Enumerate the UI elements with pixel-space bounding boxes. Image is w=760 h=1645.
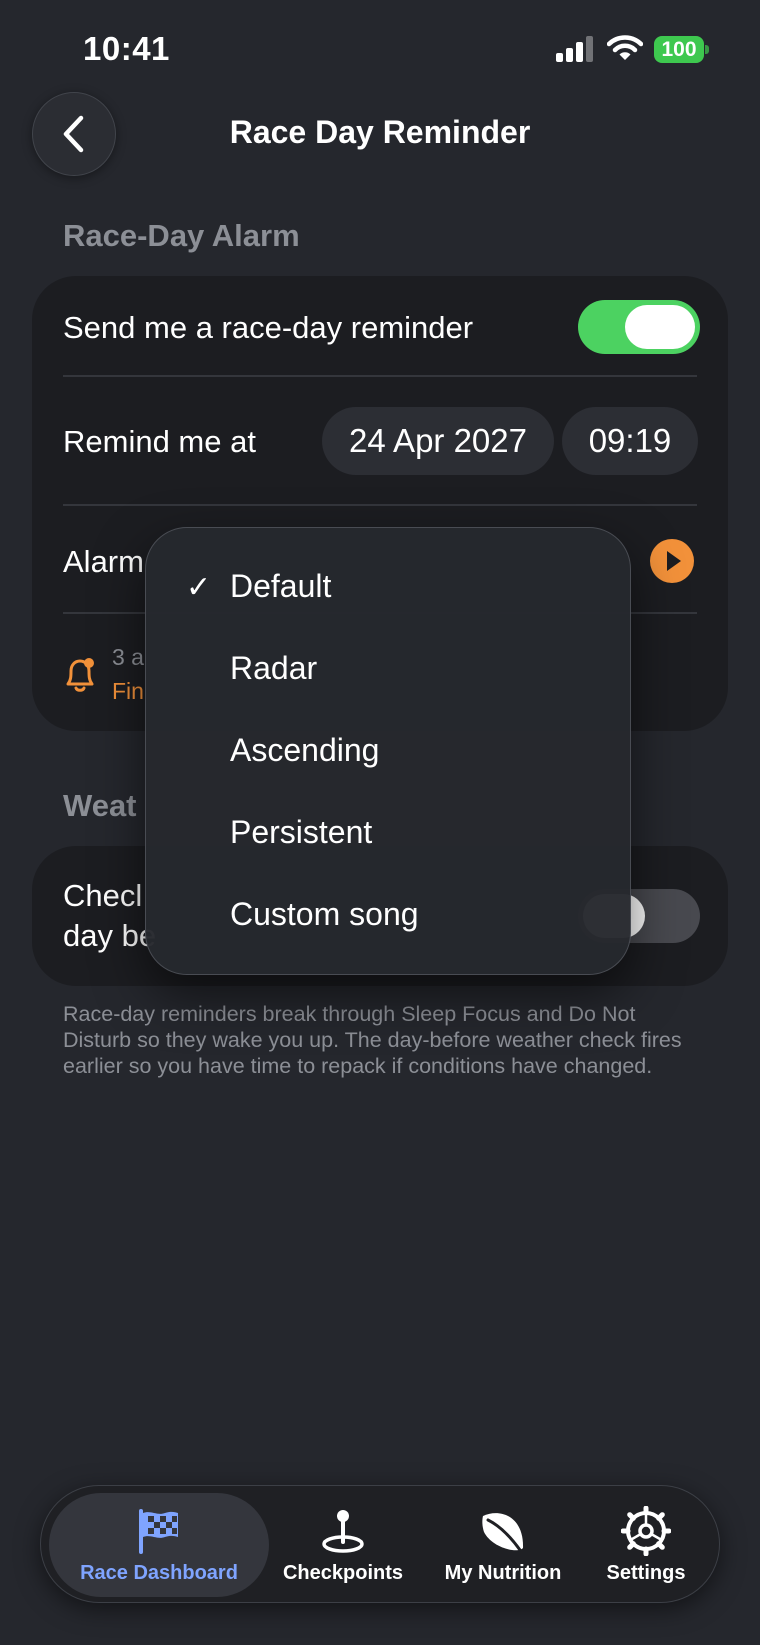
menu-item-default[interactable]: ✓ Default bbox=[146, 548, 630, 630]
tab-my-nutrition[interactable]: My Nutrition bbox=[423, 1486, 583, 1604]
menu-item-persistent[interactable]: Persistent bbox=[146, 794, 630, 876]
tab-label: Settings bbox=[606, 1562, 686, 1584]
play-preview-icon[interactable] bbox=[650, 539, 694, 583]
tab-label: Checkpoints bbox=[282, 1562, 404, 1584]
divider bbox=[63, 375, 697, 377]
reminder-label: Send me a race-day reminder bbox=[63, 310, 474, 345]
map-pin-icon bbox=[318, 1506, 368, 1556]
weather-check-label-line1: Checl bbox=[63, 878, 143, 913]
menu-item-label: Ascending bbox=[230, 732, 380, 768]
footnote-text: Race-day reminders break through Sleep F… bbox=[63, 1002, 682, 1078]
wifi-icon bbox=[606, 34, 644, 62]
divider bbox=[63, 504, 697, 506]
alarm-info-text: 3 a bbox=[112, 644, 144, 670]
alarm-sound-menu: ✓ Default Radar Ascending Persistent Cus… bbox=[145, 527, 631, 975]
checkmark-icon: ✓ bbox=[186, 571, 212, 604]
menu-item-ascending[interactable]: Ascending bbox=[146, 712, 630, 794]
cellular-signal-icon bbox=[556, 36, 594, 62]
tab-settings[interactable]: Settings bbox=[581, 1486, 711, 1604]
alarm-info-subtext: Fin bbox=[112, 678, 144, 704]
time-picker-button[interactable]: 09:19 bbox=[562, 407, 698, 475]
tab-label: My Nutrition bbox=[444, 1562, 562, 1584]
tab-bar: Race Dashboard Checkpoints My Nutrition bbox=[40, 1485, 720, 1603]
alarm-sound-label: Alarm bbox=[63, 544, 144, 579]
status-time: 10:41 bbox=[83, 30, 170, 67]
weather-check-label-line2: day be bbox=[63, 918, 157, 953]
reminder-toggle[interactable] bbox=[578, 300, 700, 354]
tab-checkpoints[interactable]: Checkpoints bbox=[263, 1486, 423, 1604]
menu-item-radar[interactable]: Radar bbox=[146, 630, 630, 712]
menu-item-label: Default bbox=[230, 568, 332, 604]
battery-level: 100 bbox=[654, 36, 704, 63]
menu-item-label: Radar bbox=[230, 650, 318, 686]
date-picker-button[interactable]: 24 Apr 2027 bbox=[322, 407, 554, 475]
menu-item-custom-song[interactable]: Custom song bbox=[146, 876, 630, 958]
tab-race-dashboard[interactable]: Race Dashboard bbox=[49, 1486, 269, 1604]
leaf-icon bbox=[478, 1506, 528, 1556]
battery-icon: 100 bbox=[654, 36, 709, 63]
menu-item-label: Persistent bbox=[230, 814, 373, 850]
tab-label: Race Dashboard bbox=[80, 1562, 238, 1584]
checkered-flag-icon bbox=[134, 1506, 184, 1556]
section-title-race-day-alarm: Race-Day Alarm bbox=[63, 218, 300, 253]
page-title: Race Day Reminder bbox=[229, 114, 531, 150]
remind-at-label: Remind me at bbox=[63, 424, 256, 459]
status-bar: 10:41 100 bbox=[0, 0, 760, 100]
gear-icon bbox=[620, 1505, 672, 1557]
menu-item-label: Custom song bbox=[230, 896, 419, 932]
bell-icon bbox=[62, 654, 98, 694]
section-title-weather: Weat bbox=[63, 788, 137, 823]
